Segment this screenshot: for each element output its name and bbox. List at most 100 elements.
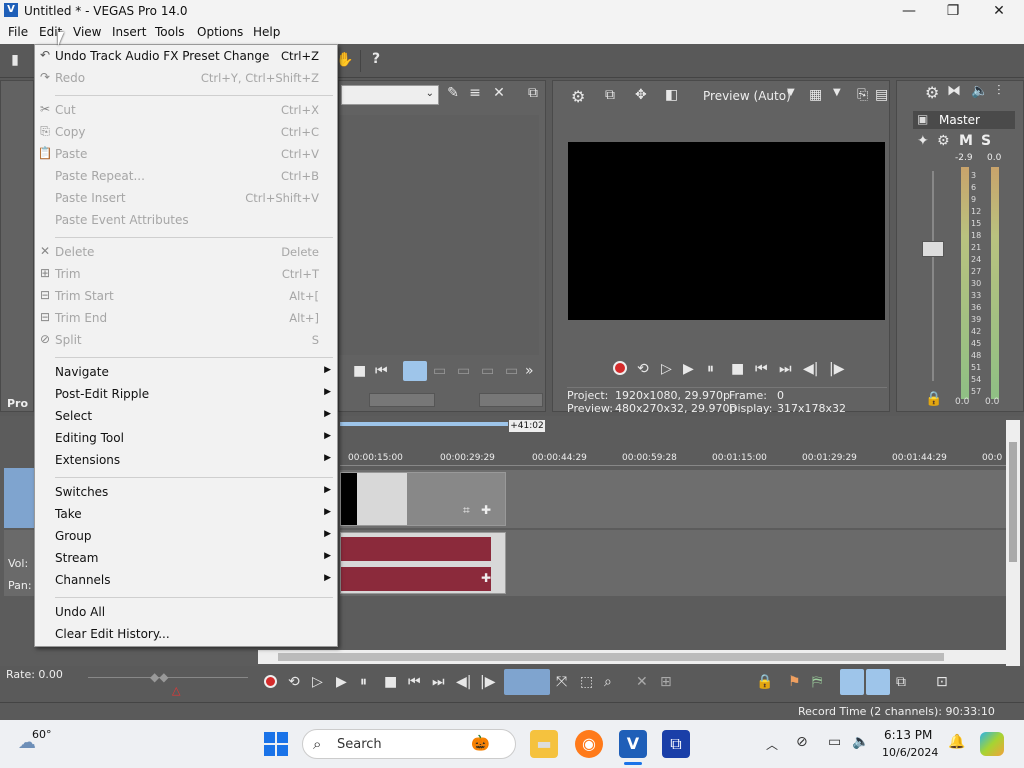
selection-tool-icon[interactable]: ⬚	[580, 674, 593, 690]
normal-edit-tool-button[interactable]	[504, 669, 550, 695]
menu-insert[interactable]: Insert	[112, 25, 146, 39]
trim-icon-c[interactable]: ▭	[481, 363, 494, 379]
stop-icon[interactable]: ■	[731, 361, 744, 377]
split-screen-icon[interactable]: ✥	[635, 87, 647, 103]
settings-gear-icon[interactable]: ⚙	[571, 87, 585, 106]
menu-item-navigate[interactable]: Navigate ▶	[35, 361, 337, 383]
master-volume-fader[interactable]	[922, 241, 944, 257]
trim-icon-d[interactable]: ▭	[505, 363, 518, 379]
menu-item-clear-edit-history[interactable]: Clear Edit History...	[35, 623, 337, 645]
trimmer-select-button[interactable]	[403, 361, 427, 381]
overlays-icon[interactable]: ◧	[665, 87, 678, 103]
add-to-timeline-icon[interactable]: ≡	[465, 85, 485, 101]
menu-item-trim-start[interactable]: ⊟ Trim Start Alt+[	[35, 285, 337, 307]
grid-icon[interactable]: ▦	[809, 87, 822, 103]
audio-event[interactable]: ✚	[340, 532, 506, 594]
copilot-icon[interactable]	[980, 732, 1004, 756]
menu-options[interactable]: Options	[197, 25, 243, 39]
taskbar-search-box[interactable]: ⌕ Search 🎃	[302, 729, 516, 759]
pause-icon[interactable]: ⏸	[360, 674, 367, 690]
scroll-thumb[interactable]	[278, 653, 944, 661]
menu-item-editing-tool[interactable]: Editing Tool ▶	[35, 427, 337, 449]
timeline-horizontal-scrollbar[interactable]	[258, 650, 1006, 664]
trimmer-out-field[interactable]	[479, 393, 543, 407]
vegas-pro-taskbar-icon[interactable]: V	[619, 730, 647, 758]
minimize-button[interactable]: —	[886, 0, 932, 22]
go-to-end-icon[interactable]: ⏭	[779, 361, 792, 377]
rate-slider-handle[interactable]: ◆◆	[150, 670, 174, 684]
menu-item-delete[interactable]: ✕ Delete Delete	[35, 241, 337, 263]
lock-envelopes-icon[interactable]: ⊡	[936, 674, 948, 690]
save-snapshot-icon[interactable]: ▤	[875, 87, 888, 103]
master-fx-gear-icon[interactable]: ⚙	[937, 133, 950, 149]
play-icon[interactable]: ▶	[336, 674, 347, 690]
trimmer-in-field[interactable]	[369, 393, 435, 407]
zoom-tool-icon[interactable]: ⌕	[604, 674, 612, 690]
chevron-up-icon[interactable]: ︿	[766, 736, 778, 753]
menu-item-group[interactable]: Group ▶	[35, 525, 337, 547]
explorer-tab-label[interactable]: Pro	[7, 397, 28, 410]
stop-icon[interactable]: ■	[353, 363, 366, 379]
whats-this-help-icon[interactable]: ?	[366, 51, 386, 67]
menu-item-take[interactable]: Take ▶	[35, 503, 337, 525]
hand-icon[interactable]: ✋	[336, 52, 354, 68]
snapping-button[interactable]	[840, 669, 864, 695]
more-icon[interactable]: »	[525, 363, 534, 379]
solo-button[interactable]: S	[981, 133, 991, 149]
copy-snapshot-icon[interactable]: ⎘	[857, 87, 868, 103]
new-file-icon[interactable]: ▮	[6, 52, 24, 68]
video-preview-screen[interactable]	[568, 142, 885, 320]
remote-desktop-icon[interactable]: ⧉	[662, 730, 690, 758]
menu-item-post-edit-ripple[interactable]: Post-Edit Ripple ▶	[35, 383, 337, 405]
delete-icon[interactable]: ✕	[636, 674, 648, 690]
stop-icon[interactable]: ■	[384, 674, 397, 690]
menu-item-cut[interactable]: ✂ Cut Ctrl+X	[35, 99, 337, 121]
menu-item-paste-event-attributes[interactable]: Paste Event Attributes	[35, 209, 337, 231]
menu-item-trim-end[interactable]: ⊟ Trim End Alt+]	[35, 307, 337, 329]
menu-item-undo[interactable]: ↶ Undo Track Audio FX Preset Change Ctrl+Z	[35, 45, 337, 67]
lock-icon[interactable]: 🔒	[925, 391, 942, 407]
start-button[interactable]	[264, 732, 288, 756]
play-from-start-icon[interactable]: ▷	[661, 361, 672, 377]
preview-quality-dropdown[interactable]: Preview (Auto)	[703, 89, 791, 103]
menu-item-split[interactable]: ⊘ Split S	[35, 329, 337, 351]
ripple-edit-icon[interactable]: ⧉	[896, 674, 906, 690]
previous-frame-icon[interactable]: ⏮	[375, 363, 388, 379]
loop-icon[interactable]: ⟲	[288, 674, 300, 690]
menu-item-trim[interactable]: ⊞ Trim Ctrl+T	[35, 263, 337, 285]
go-to-start-icon[interactable]: ⏮	[755, 361, 768, 377]
file-explorer-icon[interactable]: ▬	[530, 730, 558, 758]
envelope-tool-icon[interactable]: ⤧	[556, 674, 567, 690]
trimmer-options-icon[interactable]: ⧉	[523, 85, 543, 101]
go-to-end-icon[interactable]: ⏭	[432, 674, 445, 690]
record-icon[interactable]	[264, 675, 277, 688]
network-icon[interactable]: ⊘	[796, 734, 808, 750]
trim-icon-b[interactable]: ▭	[457, 363, 470, 379]
region-icon[interactable]: ⛿	[812, 674, 822, 690]
previous-frame-icon[interactable]: ◀|	[456, 674, 471, 690]
chevron-down-icon[interactable]: ▼	[833, 87, 841, 98]
menu-item-select[interactable]: Select ▶	[35, 405, 337, 427]
menu-view[interactable]: View	[73, 25, 101, 39]
display-icon[interactable]: ▭	[828, 734, 841, 750]
loop-icon[interactable]: ⟲	[637, 361, 649, 377]
pan-crop-icon[interactable]: ⌗	[463, 503, 470, 518]
external-monitor-icon[interactable]: ⧉	[605, 87, 615, 103]
taskbar-time[interactable]: 6:13 PM	[884, 728, 932, 742]
go-to-start-icon[interactable]: ⏮	[408, 674, 421, 690]
menu-item-undo-all[interactable]: Undo All	[35, 601, 337, 623]
chevron-down-icon[interactable]: ▼	[787, 87, 795, 98]
menu-item-channels[interactable]: Channels ▶	[35, 569, 337, 591]
play-from-start-icon[interactable]: ▷	[312, 674, 323, 690]
timeline-vertical-scrollbar[interactable]	[1006, 420, 1020, 666]
menu-help[interactable]: Help	[253, 25, 280, 39]
menu-item-paste[interactable]: 📋 Paste Ctrl+V	[35, 143, 337, 165]
clear-icon[interactable]: ✕	[489, 85, 509, 101]
next-frame-icon[interactable]: |▶	[480, 674, 495, 690]
menu-item-paste-repeat[interactable]: Paste Repeat... Ctrl+B	[35, 165, 337, 187]
menu-item-extensions[interactable]: Extensions ▶	[35, 449, 337, 471]
firefox-icon[interactable]: ◉	[575, 730, 603, 758]
weather-temperature[interactable]: 60°	[32, 728, 52, 741]
taskbar-date[interactable]: 10/6/2024	[882, 746, 938, 759]
maximize-button[interactable]: ❐	[930, 0, 976, 22]
